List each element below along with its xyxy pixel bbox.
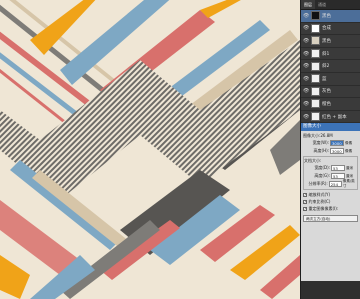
doc-width-label: 宽度(D): bbox=[314, 165, 330, 170]
layer-row[interactable]: 👁 黑色 bbox=[301, 35, 360, 48]
height-input[interactable]: 3000 bbox=[330, 148, 344, 154]
resample-label: 重定图像像素(I): bbox=[308, 205, 339, 211]
constrain-label: 约束比例(C) bbox=[308, 198, 331, 204]
layer-name: 黑色 bbox=[322, 13, 331, 19]
layer-row[interactable]: 👁 合成 bbox=[301, 23, 360, 36]
panel-footer bbox=[301, 281, 360, 299]
resample-checkbox[interactable]: ✓ 重定图像像素(I): bbox=[303, 205, 358, 212]
layer-thumbnail bbox=[311, 86, 320, 96]
eye-icon[interactable]: 👁 bbox=[303, 76, 309, 82]
tab-layers[interactable]: 图层 bbox=[301, 0, 315, 9]
layer-name: 橙色 bbox=[322, 101, 331, 107]
eye-icon[interactable]: 👁 bbox=[303, 114, 309, 120]
layer-name: 黑色 bbox=[322, 38, 331, 44]
eye-icon[interactable]: 👁 bbox=[303, 13, 309, 19]
dialog-title: 图像大小 bbox=[301, 123, 360, 131]
layer-list: 👁 黑色 👁 合成 👁 黑色 👁 斜1 👁 斜2 👁 蓝 👁 灰色 👁 橙色 👁… bbox=[301, 10, 360, 124]
layer-thumbnail bbox=[311, 23, 320, 33]
layer-thumbnail bbox=[311, 36, 320, 46]
layer-thumbnail bbox=[311, 61, 320, 71]
layers-panel-tabs: 图层 通道 bbox=[301, 0, 360, 10]
image-size-dialog: 图像大小 图像大小:26.8M 宽度(W): 3000 像素 高度(H): 30… bbox=[300, 123, 360, 299]
scale-styles-checkbox[interactable]: ✓ 缩放样式(Y) bbox=[303, 191, 358, 198]
layer-thumbnail bbox=[311, 99, 320, 109]
layer-row[interactable]: 👁 黑色 bbox=[301, 10, 360, 23]
resolution-unit: 像素/英寸 bbox=[342, 179, 355, 188]
layer-name: 斜2 bbox=[322, 64, 330, 70]
layer-row[interactable]: 👁 斜1 bbox=[301, 48, 360, 61]
doc-height-unit: 厘米 bbox=[346, 173, 354, 178]
checkbox-checked-icon[interactable]: ✓ bbox=[303, 206, 307, 211]
layer-name: 蓝 bbox=[322, 76, 327, 82]
resolution-input[interactable]: 254 bbox=[328, 181, 342, 187]
resolution-label: 分辨率(R): bbox=[308, 181, 328, 186]
checkbox-checked-icon[interactable]: ✓ bbox=[303, 199, 307, 204]
height-unit: 像素 bbox=[345, 148, 353, 153]
width-label: 宽度(W): bbox=[312, 140, 329, 145]
layer-name: 灰色 bbox=[322, 89, 331, 95]
scale-styles-label: 缩放样式(Y) bbox=[308, 191, 331, 197]
checkbox-checked-icon[interactable]: ✓ bbox=[303, 192, 307, 197]
layer-thumbnail bbox=[311, 112, 320, 122]
document-size-group: 文档大小: 宽度(D): 53 厘米 高度(G): 53 厘米 分辨率(R): … bbox=[303, 156, 358, 190]
width-input[interactable]: 3000 bbox=[330, 140, 344, 146]
eye-icon[interactable]: 👁 bbox=[303, 101, 309, 107]
layer-thumbnail bbox=[311, 11, 320, 21]
tab-channels[interactable]: 通道 bbox=[315, 0, 329, 9]
doc-width-input[interactable]: 53 bbox=[331, 165, 345, 171]
layer-thumbnail bbox=[311, 49, 320, 59]
layer-row[interactable]: 👁 蓝 bbox=[301, 73, 360, 86]
eye-icon[interactable]: 👁 bbox=[303, 88, 309, 94]
layer-row[interactable]: 👁 红色 + 副本 bbox=[301, 111, 360, 124]
layer-name: 红色 + 副本 bbox=[322, 114, 347, 120]
width-unit: 像素 bbox=[345, 140, 353, 145]
doc-width-unit: 厘米 bbox=[346, 165, 354, 170]
eye-icon[interactable]: 👁 bbox=[303, 38, 309, 44]
layer-name: 合成 bbox=[322, 26, 331, 32]
artwork-canvas[interactable] bbox=[0, 0, 300, 299]
constrain-proportions-checkbox[interactable]: ✓ 约束比例(C) bbox=[303, 198, 358, 205]
height-label: 高度(H): bbox=[313, 148, 329, 153]
layers-panel: 图层 通道 👁 黑色 👁 合成 👁 黑色 👁 斜1 👁 斜2 👁 蓝 👁 灰色 … bbox=[300, 0, 360, 124]
layer-row[interactable]: 👁 斜2 bbox=[301, 60, 360, 73]
layer-row[interactable]: 👁 橙色 bbox=[301, 98, 360, 111]
eye-icon[interactable]: 👁 bbox=[303, 63, 309, 69]
layer-thumbnail bbox=[311, 74, 320, 84]
layer-name: 斜1 bbox=[322, 51, 330, 57]
doc-height-label: 高度(G): bbox=[314, 173, 330, 178]
eye-icon[interactable]: 👁 bbox=[303, 51, 309, 57]
layer-row[interactable]: 👁 灰色 bbox=[301, 86, 360, 99]
resample-method-select[interactable]: 两次立方(自动) bbox=[303, 215, 358, 222]
eye-icon[interactable]: 👁 bbox=[303, 25, 309, 31]
